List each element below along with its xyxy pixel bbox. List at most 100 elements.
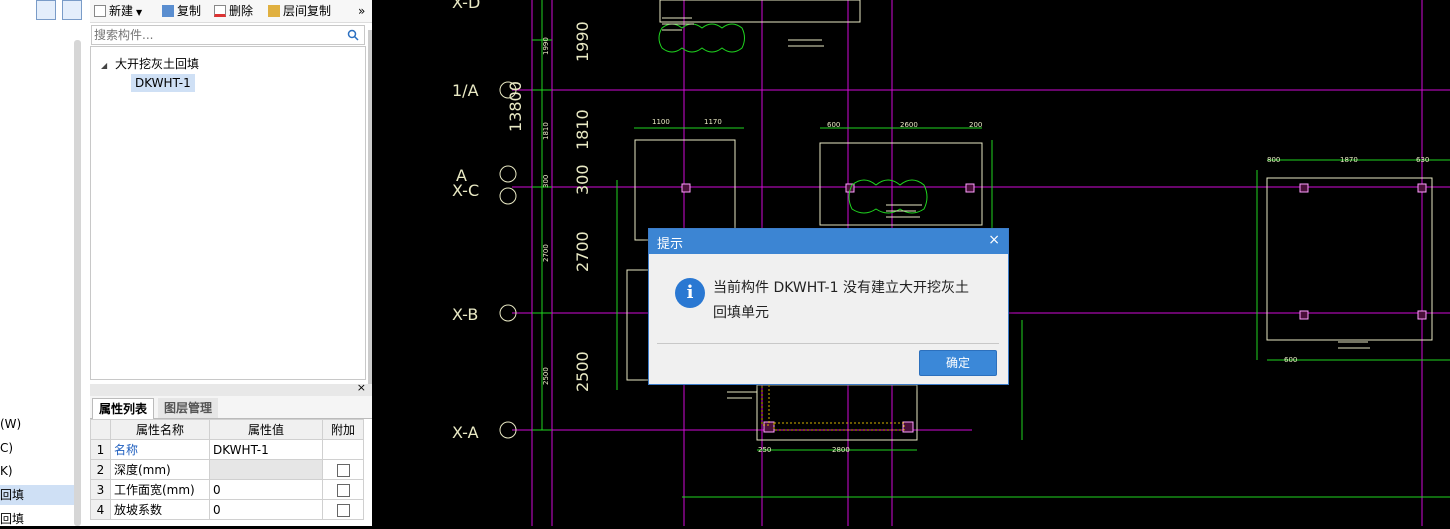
info-icon: i	[675, 278, 705, 308]
tree-node-root[interactable]: ◢ 大开挖灰土回填	[101, 55, 199, 72]
attach-checkbox[interactable]	[336, 503, 350, 517]
nav-item[interactable]: K)	[0, 461, 74, 481]
ok-button[interactable]: 确定	[919, 350, 997, 376]
dialog-title: 提示	[657, 237, 684, 252]
view-toggle-group	[36, 0, 86, 22]
new-button[interactable]: 新建 ▼	[94, 0, 142, 22]
small-dimension: 300	[542, 175, 550, 188]
left-scrollbar[interactable]	[74, 40, 81, 526]
dimension-label: 1990	[573, 21, 592, 62]
table-row[interactable]: 4 放坡系数 0	[90, 499, 364, 520]
column-header: 属性名称	[110, 419, 210, 440]
small-dimension: 1100	[652, 118, 670, 126]
close-icon[interactable]: ×	[988, 232, 1000, 248]
row-number: 4	[90, 499, 111, 520]
small-dimension: 250	[758, 446, 771, 454]
row-number: 2	[90, 459, 111, 480]
property-panel: × 属性列表 图层管理 属性名称 属性值 附加 1 名称 DKWHT-1 2 深…	[90, 381, 372, 526]
search-input[interactable]	[92, 26, 346, 44]
dialog-divider	[657, 343, 999, 344]
axis-label: X-C	[452, 181, 479, 200]
copy-label: 复制	[177, 4, 202, 18]
delete-icon	[214, 5, 226, 17]
message-line: 回填单元	[713, 305, 769, 321]
left-navigation-panel: (W) C) K) 回填 回填	[0, 0, 90, 526]
small-dimension: 1810	[542, 122, 550, 140]
property-tabs: 属性列表 图层管理	[90, 396, 372, 419]
axis-label: X-B	[452, 305, 478, 324]
small-dimension: 600	[1284, 356, 1297, 364]
tab-layer-management[interactable]: 图层管理	[158, 398, 219, 418]
column-header: 附加	[322, 419, 364, 440]
nav-item[interactable]: C)	[0, 438, 74, 458]
property-value[interactable]: DKWHT-1	[209, 439, 323, 460]
dimension-label: 13800	[506, 81, 525, 132]
new-label: 新建	[109, 4, 134, 18]
message-line: 当前构件 DKWHT-1 没有建立大开挖灰土	[713, 280, 969, 296]
close-panel-icon[interactable]: ×	[357, 381, 366, 394]
row-number: 3	[90, 479, 111, 500]
floor-copy-button[interactable]: 层间复制	[268, 0, 331, 22]
delete-label: 删除	[229, 4, 254, 18]
alert-dialog: 提示 × i 当前构件 DKWHT-1 没有建立大开挖灰土 回填单元 确定	[648, 228, 1009, 385]
small-dimension: 1170	[704, 118, 722, 126]
grid-view-icon[interactable]	[62, 0, 82, 20]
table-row[interactable]: 2 深度(mm)	[90, 459, 364, 480]
small-dimension: 1990	[542, 37, 550, 55]
property-name: 放坡系数	[110, 499, 210, 520]
row-number: 1	[90, 439, 111, 460]
small-dimension: 200	[969, 121, 982, 129]
toolbar-more-icon[interactable]: »	[358, 0, 365, 22]
property-value[interactable]: 0	[209, 479, 323, 500]
floor-copy-label: 层间复制	[283, 4, 332, 18]
delete-button[interactable]: 删除	[214, 0, 253, 22]
component-toolbar: 新建 ▼ 复制 删除 层间复制 »	[90, 0, 372, 23]
list-view-icon[interactable]	[36, 0, 56, 20]
property-name: 名称	[110, 439, 210, 460]
dimension-label: 2700	[573, 231, 592, 272]
small-dimension: 1870	[1340, 156, 1358, 164]
axis-label: 1/A	[452, 81, 479, 100]
search-icon[interactable]	[347, 29, 359, 41]
dialog-titlebar: 提示 ×	[649, 229, 1008, 254]
table-row[interactable]: 1 名称 DKWHT-1	[90, 439, 364, 460]
property-name: 深度(mm)	[110, 459, 210, 480]
dimension-label: 2500	[573, 351, 592, 392]
small-dimension: 2700	[542, 244, 550, 262]
component-panel: 新建▼ 复制 删除 层间复制 » ◢ 大开挖灰土回填 DKWHT-1 × 属性列…	[90, 0, 372, 526]
property-name: 工作面宽(mm)	[110, 479, 210, 500]
nav-item-selected[interactable]: 回填	[0, 485, 74, 505]
property-table: 属性名称 属性值 附加 1 名称 DKWHT-1 2 深度(mm) 3 工作面宽…	[90, 419, 364, 520]
tree-root-label: 大开挖灰土回填	[114, 57, 199, 71]
nav-item[interactable]: (W)	[0, 414, 74, 434]
floor-copy-icon	[268, 5, 280, 17]
dialog-body: i 当前构件 DKWHT-1 没有建立大开挖灰土 回填单元 确定	[649, 254, 1008, 384]
dimension-label: 300	[573, 164, 592, 195]
copy-icon	[162, 5, 174, 17]
dialog-message: 当前构件 DKWHT-1 没有建立大开挖灰土 回填单元	[713, 276, 993, 326]
tree-node-selected[interactable]: DKWHT-1	[131, 74, 195, 92]
tab-property-list[interactable]: 属性列表	[92, 398, 155, 419]
property-panel-titlebar: ×	[90, 381, 372, 396]
nav-item[interactable]: 回填	[0, 509, 74, 529]
small-dimension: 2600	[900, 121, 918, 129]
small-dimension: 630	[1416, 156, 1429, 164]
small-dimension: 2800	[832, 446, 850, 454]
attach-checkbox[interactable]	[336, 483, 350, 497]
attach-checkbox[interactable]	[336, 463, 350, 477]
small-dimension: 800	[1267, 156, 1280, 164]
dimension-label: 1810	[573, 109, 592, 150]
dropdown-arrow-icon: ▼	[136, 8, 143, 17]
property-value[interactable]	[209, 459, 323, 480]
axis-label: X-D	[452, 0, 480, 12]
component-tree: ◢ 大开挖灰土回填 DKWHT-1	[90, 46, 366, 380]
tree-expand-icon[interactable]: ◢	[101, 61, 107, 70]
column-header: 属性值	[209, 419, 323, 440]
table-row[interactable]: 3 工作面宽(mm) 0	[90, 479, 364, 500]
small-dimension: 600	[827, 121, 840, 129]
copy-button[interactable]: 复制	[162, 0, 201, 22]
property-value[interactable]: 0	[209, 499, 323, 520]
new-file-icon	[94, 5, 106, 17]
axis-label: X-A	[452, 423, 479, 442]
small-dimension: 2500	[542, 367, 550, 385]
